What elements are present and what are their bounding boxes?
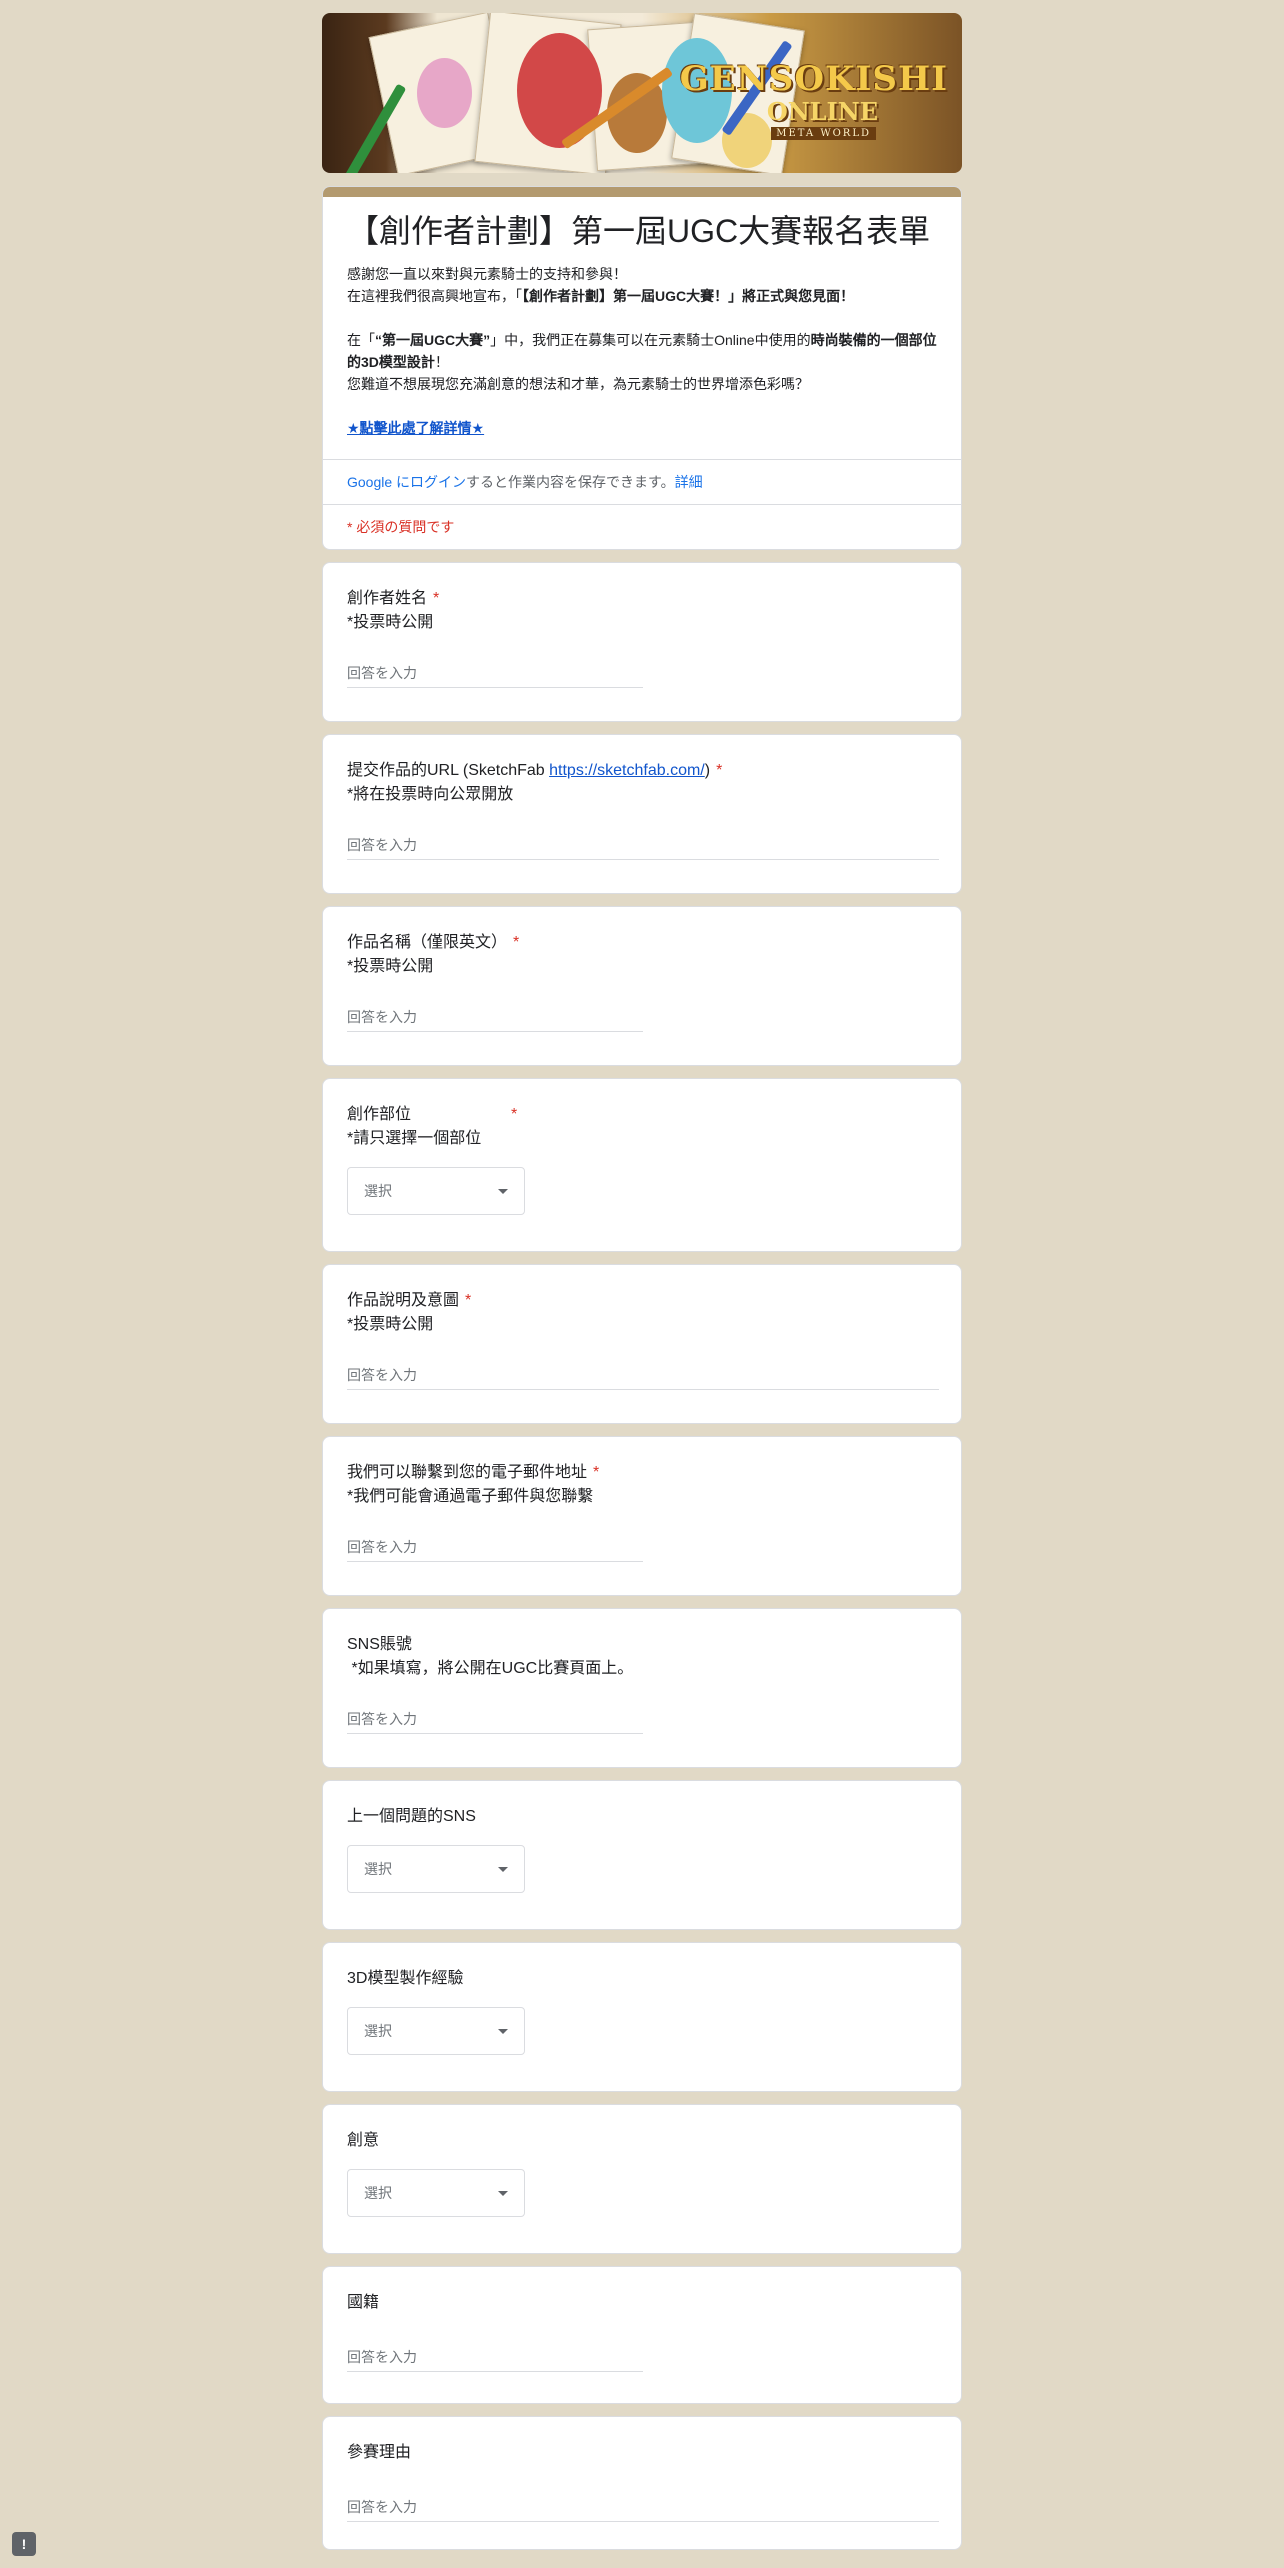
description-line: 您難道不想展現您充滿創意的想法和才華，為元素騎士的世界增添色彩嗎？: [347, 376, 809, 392]
question-card: 創作部位 * *請只選擇一個部位 選択: [322, 1078, 962, 1252]
dropdown-arrow-icon: [498, 2190, 508, 2196]
details-link[interactable]: ★點擊此處了解詳情★: [347, 420, 484, 436]
game-logo-tag: META WORLD: [771, 127, 876, 140]
report-feedback-icon[interactable]: !: [12, 2532, 36, 2556]
required-asterisk: *: [465, 1292, 472, 1309]
required-note: * 必須の質問です: [323, 504, 961, 549]
form-container: GENSOKISHI ONLINE META WORLD 【創作者計劃】第一屆U…: [322, 13, 962, 2550]
question-description: *我們可能會通過電子郵件與您聯繫: [347, 1488, 594, 1505]
email-input[interactable]: 回答を入力: [347, 1537, 643, 1562]
question-title: 參賽理由: [347, 2444, 412, 2461]
details-more-link[interactable]: 詳細: [675, 474, 703, 490]
sketchfab-link[interactable]: https://sketchfab.com/: [549, 762, 705, 779]
question-card: 作品說明及意圖 * *投票時公開 回答を入力: [322, 1264, 962, 1424]
question-description: *如果填寫，將公開在UGC比賽頁面上。: [347, 1660, 634, 1677]
question-card: 創作者姓名 * *投票時公開 回答を入力: [322, 562, 962, 722]
question-card: 提交作品的URL (SketchFab https://sketchfab.co…: [322, 734, 962, 894]
question-title: 國籍: [347, 2294, 380, 2311]
nationality-input[interactable]: 回答を入力: [347, 2347, 643, 2372]
sns-account-input[interactable]: 回答を入力: [347, 1709, 643, 1734]
question-description: *將在投票時向公眾開放: [347, 786, 514, 803]
form-header-card: 【創作者計劃】第一屆UGC大賽報名表單 感謝您一直以來對與元素騎士的支持和參與！…: [322, 186, 962, 550]
accent-bar: [323, 187, 961, 197]
question-card: 作品名稱（僅限英文） * *投票時公開 回答を入力: [322, 906, 962, 1066]
required-asterisk: *: [511, 1106, 518, 1123]
dropdown-select[interactable]: 選択: [347, 2007, 525, 2055]
short-answer-input[interactable]: 回答を入力: [347, 1007, 643, 1032]
description-line: 感謝您一直以來對與元素騎士的支持和參與！: [347, 266, 627, 282]
question-title: 創意: [347, 2132, 380, 2149]
reason-input[interactable]: 回答を入力: [347, 2497, 939, 2522]
short-answer-input[interactable]: 回答を入力: [347, 663, 643, 688]
game-logo-subtitle: ONLINE: [766, 97, 878, 126]
dropdown-select[interactable]: 選択: [347, 2169, 525, 2217]
question-description: *投票時公開: [347, 958, 434, 975]
login-notice: Google にログインすると作業内容を保存できます。詳細: [323, 459, 961, 504]
form-description: 感謝您一直以來對與元素騎士的支持和參與！ 在這裡我們很高興地宣布，「【創作者計劃…: [347, 263, 937, 439]
dropdown-select[interactable]: 選択: [347, 1167, 525, 1215]
question-title: 作品說明及意圖 *: [347, 1292, 472, 1309]
required-asterisk: *: [433, 590, 440, 607]
question-title: 創作者姓名 *: [347, 590, 440, 607]
question-title: 作品名稱（僅限英文） *: [347, 934, 520, 951]
header-banner-image: GENSOKISHI ONLINE META WORLD: [322, 13, 962, 173]
google-login-link[interactable]: Google にログイン: [347, 474, 466, 490]
banner-character: [417, 58, 472, 128]
required-asterisk: *: [513, 934, 520, 951]
dropdown-select[interactable]: 選択: [347, 1845, 525, 1893]
dropdown-arrow-icon: [498, 1866, 508, 1872]
question-card: 3D模型製作經驗 選択: [322, 1942, 962, 2092]
question-title: 我們可以聯繫到您的電子郵件地址 *: [347, 1464, 600, 1481]
question-title: 創作部位 *: [347, 1106, 518, 1123]
question-card: 國籍 回答を入力: [322, 2266, 962, 2404]
dropdown-arrow-icon: [498, 2028, 508, 2034]
question-card: 創意 選択: [322, 2104, 962, 2254]
required-asterisk: *: [593, 1464, 600, 1481]
question-card: SNS賬號 *如果填寫，將公開在UGC比賽頁面上。 回答を入力: [322, 1608, 962, 1768]
question-card: 我們可以聯繫到您的電子郵件地址 * *我們可能會通過電子郵件與您聯繫 回答を入力: [322, 1436, 962, 1596]
long-answer-input[interactable]: 回答を入力: [347, 1365, 939, 1390]
question-description: *投票時公開: [347, 614, 434, 631]
description-line: 在這裡我們很高興地宣布，「【創作者計劃】第一屆UGC大賽！」將正式與您見面！: [347, 288, 855, 304]
question-card: 上一個問題的SNS 選択: [322, 1780, 962, 1930]
question-title: 提交作品的URL (SketchFab https://sketchfab.co…: [347, 762, 723, 779]
required-asterisk: *: [716, 762, 723, 779]
question-title: SNS賬號: [347, 1636, 412, 1653]
description-line: 在「“第一屆UGC大賽”」中，我們正在募集可以在元素騎士Online中使用的時尚…: [347, 332, 937, 370]
question-description: *投票時公開: [347, 1316, 434, 1333]
game-logo-title: GENSOKISHI: [679, 59, 948, 99]
long-answer-input[interactable]: 回答を入力: [347, 835, 939, 860]
question-title: 3D模型製作經驗: [347, 1970, 464, 1987]
question-description: *請只選擇一個部位: [347, 1130, 482, 1147]
question-card: 參賽理由 回答を入力: [322, 2416, 962, 2550]
form-title: 【創作者計劃】第一屆UGC大賽報名表單: [347, 213, 931, 249]
dropdown-arrow-icon: [498, 1188, 508, 1194]
question-title: 上一個問題的SNS: [347, 1808, 476, 1825]
